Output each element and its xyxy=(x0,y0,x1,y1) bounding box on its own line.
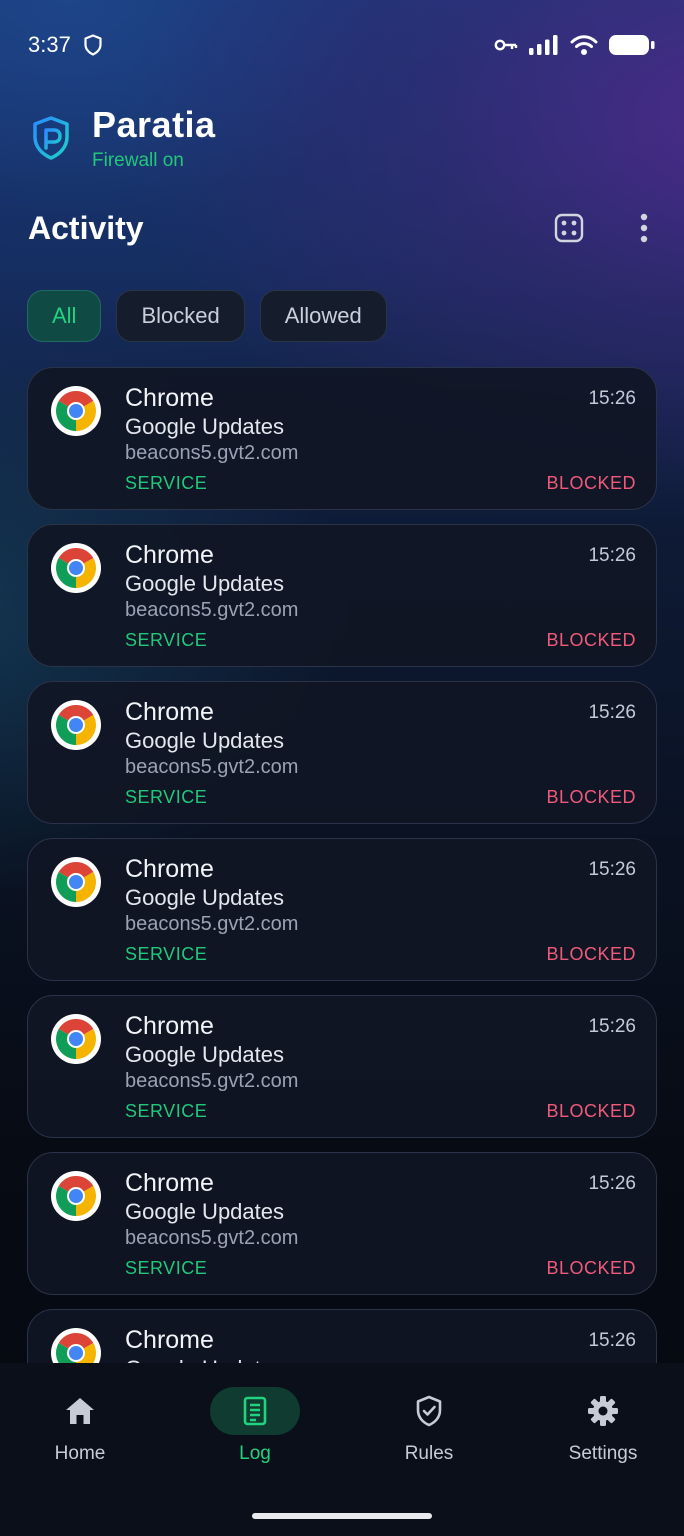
chrome-icon xyxy=(51,543,101,593)
connection-type: SERVICE xyxy=(125,1101,208,1121)
verdict-badge: BLOCKED xyxy=(546,1101,636,1121)
dice-icon[interactable] xyxy=(554,213,584,243)
timestamp: 15:26 xyxy=(588,388,636,409)
verdict-badge: BLOCKED xyxy=(546,944,636,964)
chrome-icon xyxy=(51,386,101,436)
domain: beacons5.gvt2.com xyxy=(125,756,299,778)
activity-card[interactable]: Chrome Google Updates beacons5.gvt2.com … xyxy=(27,1152,657,1295)
verdict-badge: BLOCKED xyxy=(546,473,636,493)
chrome-icon xyxy=(51,700,101,750)
page-title: Activity xyxy=(28,209,144,246)
domain: beacons5.gvt2.com xyxy=(125,442,299,464)
firewall-status: Firewall on xyxy=(92,150,184,171)
domain: beacons5.gvt2.com xyxy=(125,1070,299,1092)
verdict-badge: BLOCKED xyxy=(546,787,636,807)
nav-home[interactable]: Home xyxy=(10,1387,150,1467)
gear-icon xyxy=(588,1396,618,1426)
nav-rules[interactable]: Rules xyxy=(359,1387,499,1467)
nav-log[interactable]: Log xyxy=(185,1387,325,1467)
connection-label: Google Updates xyxy=(125,728,284,753)
battery-icon xyxy=(609,35,655,55)
connection-type: SERVICE xyxy=(125,630,208,650)
verdict-badge: BLOCKED xyxy=(546,630,636,650)
home-icon xyxy=(66,1398,94,1424)
cellular-signal-icon xyxy=(529,35,558,55)
app-header: Paratia Firewall on xyxy=(30,104,216,172)
nav-settings[interactable]: Settings xyxy=(533,1387,673,1467)
status-bar: 3:37 xyxy=(0,0,684,90)
chrome-icon xyxy=(51,1171,101,1221)
nav-rules-label: Rules xyxy=(404,1443,454,1464)
log-icon xyxy=(243,1396,267,1426)
activity-card[interactable]: Chrome Google Updates beacons5.gvt2.com … xyxy=(27,681,657,824)
nav-settings-label: Settings xyxy=(568,1443,638,1464)
activity-card[interactable]: Chrome Google Updates beacons5.gvt2.com … xyxy=(27,1309,657,1363)
vpn-shield-icon xyxy=(84,34,102,56)
filter-all[interactable]: All xyxy=(27,290,102,342)
connection-type: SERVICE xyxy=(125,944,208,964)
activity-card[interactable]: Chrome Google Updates beacons5.gvt2.com … xyxy=(27,838,657,981)
activity-list: Chrome Google Updates beacons5.gvt2.com … xyxy=(27,367,657,1363)
nav-log-label: Log xyxy=(239,1443,271,1464)
domain: beacons5.gvt2.com xyxy=(125,1227,299,1249)
connection-type: SERVICE xyxy=(125,787,208,807)
connection-type: SERVICE xyxy=(125,1258,208,1278)
app-name: Chrome xyxy=(125,1326,214,1354)
timestamp: 15:26 xyxy=(588,1016,636,1037)
connection-label: Google Updates xyxy=(125,885,284,910)
filter-blocked[interactable]: Blocked xyxy=(116,290,245,342)
chrome-icon xyxy=(51,857,101,907)
wifi-icon xyxy=(570,35,598,55)
app-logo-icon xyxy=(33,116,69,160)
status-time: 3:37 xyxy=(28,32,71,57)
home-indicator[interactable] xyxy=(252,1513,432,1519)
domain: beacons5.gvt2.com xyxy=(125,913,299,935)
app-name: Chrome xyxy=(125,698,214,726)
activity-card[interactable]: Chrome Google Updates beacons5.gvt2.com … xyxy=(27,524,657,667)
timestamp: 15:26 xyxy=(588,702,636,723)
shield-check-icon xyxy=(416,1395,442,1427)
vpn-key-icon xyxy=(494,39,518,51)
timestamp: 15:26 xyxy=(588,1173,636,1194)
timestamp: 15:26 xyxy=(588,1330,636,1351)
connection-label: Google Updates xyxy=(125,571,284,596)
bottom-navigation: Home Log Rules Settings xyxy=(0,1363,684,1536)
connection-type: SERVICE xyxy=(125,473,208,493)
app-name: Chrome xyxy=(125,1169,214,1197)
verdict-badge: BLOCKED xyxy=(546,1258,636,1278)
activity-header: Activity xyxy=(28,205,656,251)
app-name: Chrome xyxy=(125,855,214,883)
chrome-icon xyxy=(51,1014,101,1064)
more-options-icon[interactable] xyxy=(640,213,648,243)
domain: beacons5.gvt2.com xyxy=(125,599,299,621)
app-name: Chrome xyxy=(125,541,214,569)
connection-label: Google Updates xyxy=(125,1199,284,1224)
filter-allowed[interactable]: Allowed xyxy=(259,290,387,342)
nav-home-label: Home xyxy=(54,1443,106,1464)
app-name: Chrome xyxy=(125,384,214,412)
connection-label: Google Updates xyxy=(125,1356,284,1363)
app-name: Chrome xyxy=(125,1012,214,1040)
filter-chips: All Blocked Allowed xyxy=(27,290,387,342)
activity-card[interactable]: Chrome Google Updates beacons5.gvt2.com … xyxy=(27,995,657,1138)
timestamp: 15:26 xyxy=(588,859,636,880)
activity-card[interactable]: Chrome Google Updates beacons5.gvt2.com … xyxy=(27,367,657,510)
app-title: Paratia xyxy=(92,104,216,145)
chrome-icon xyxy=(51,1328,101,1363)
timestamp: 15:26 xyxy=(588,545,636,566)
connection-label: Google Updates xyxy=(125,1042,284,1067)
connection-label: Google Updates xyxy=(125,414,284,439)
